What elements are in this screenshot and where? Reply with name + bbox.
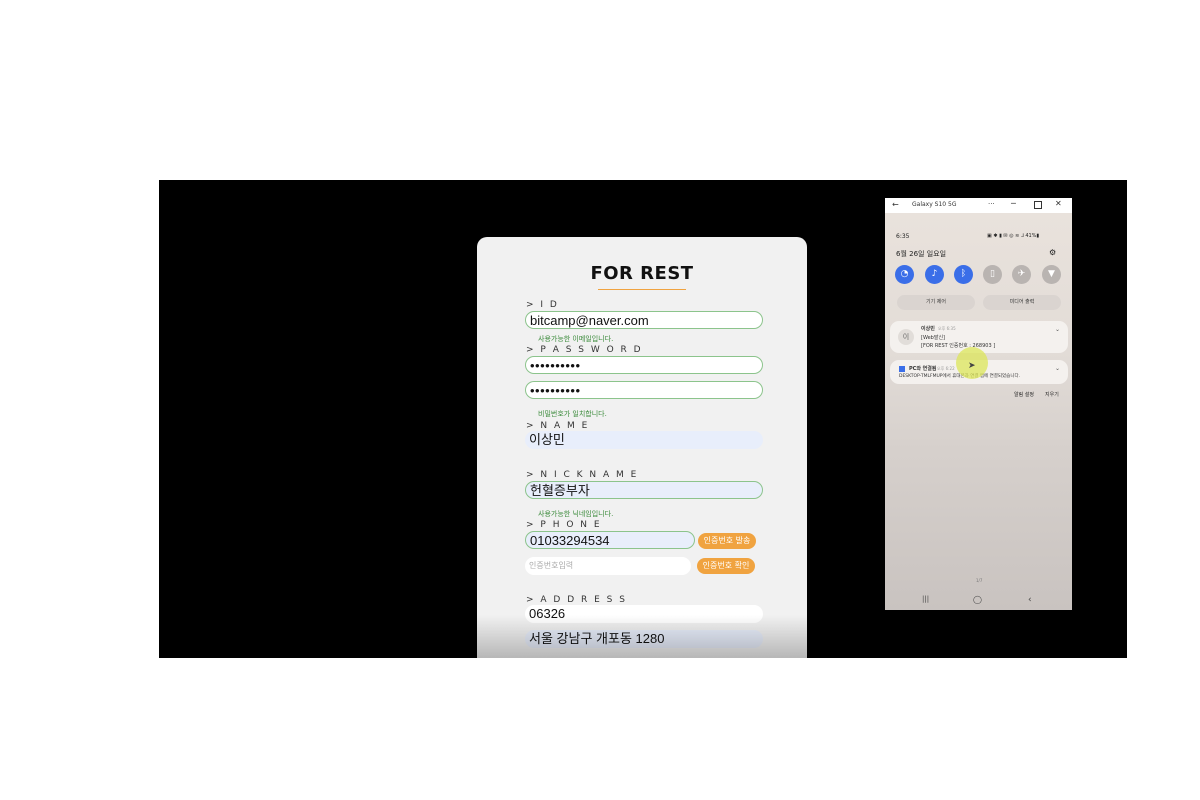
- send-code-button[interactable]: 인증번호 발송: [698, 533, 756, 549]
- cursor-icon: ➤: [968, 361, 976, 371]
- bluetooth-icon[interactable]: ᛒ: [954, 265, 973, 284]
- close-icon[interactable]: ✕: [1055, 199, 1062, 208]
- notification-settings-link[interactable]: 알림 설정: [1014, 391, 1034, 398]
- zipcode-input[interactable]: 06326: [525, 605, 763, 623]
- verification-code-input[interactable]: 인증번호입력: [525, 557, 691, 575]
- chevron-down-icon[interactable]: ⌄: [1055, 326, 1060, 333]
- status-time: 6:35: [896, 233, 910, 240]
- flashlight-icon[interactable]: ▼: [1042, 265, 1061, 284]
- notification-shade: 6:35 ▣ ✱ ▮ ✉ ◎ ≋ ⅃ 41%▮ 6월 26일 일요일 ⚙ ◔ ♪…: [885, 213, 1072, 610]
- date-text: 6월 26일 일요일: [896, 250, 947, 258]
- settings-gear-icon[interactable]: ⚙: [1049, 248, 1056, 257]
- name-input[interactable]: 이상민: [525, 431, 763, 449]
- recent-apps-icon[interactable]: |||: [922, 595, 929, 603]
- android-navbar: ||| ◯ ‹: [885, 592, 1072, 610]
- maximize-icon[interactable]: [1034, 201, 1042, 209]
- password-confirm-input[interactable]: ••••••••••: [525, 381, 763, 399]
- rotation-icon[interactable]: ▯: [983, 265, 1002, 284]
- back-arrow-icon[interactable]: ←: [892, 200, 899, 209]
- signup-form-card: FOR REST > I D bitcamp@naver.com 사용가능한 이…: [477, 237, 807, 658]
- title-underline: [598, 289, 686, 290]
- name-label: > N A M E: [526, 421, 590, 431]
- mute-icon[interactable]: ♪: [925, 265, 944, 284]
- notification-line: [FOR REST 인증번호 : 268903 ]: [921, 343, 996, 349]
- back-icon[interactable]: ‹: [1028, 595, 1032, 605]
- window-titlebar: ← Galaxy S10 5G ··· ─ ✕: [885, 198, 1072, 213]
- notification-line: [Web발신]: [921, 335, 946, 341]
- phone-label: > P H O N E: [526, 520, 602, 530]
- wifi-icon[interactable]: ◔: [895, 265, 914, 284]
- id-hint: 사용가능한 이메일입니다.: [538, 335, 614, 343]
- more-icon[interactable]: ···: [988, 200, 995, 208]
- page-indicator: 1/7: [976, 578, 983, 583]
- nickname-hint: 사용가능한 닉네임입니다.: [538, 510, 614, 518]
- address-label: > A D D R E S S: [526, 595, 627, 605]
- id-label: > I D: [526, 300, 559, 310]
- address-input[interactable]: 서울 강남구 개포동 1280: [525, 630, 763, 648]
- pc-link-icon: [899, 366, 905, 372]
- notification-time: 오후 6:35: [938, 326, 956, 331]
- home-icon[interactable]: ◯: [973, 595, 982, 604]
- id-input[interactable]: bitcamp@naver.com: [525, 311, 763, 329]
- notification-time: 오후 6:22: [937, 366, 955, 371]
- airplane-icon[interactable]: ✈: [1012, 265, 1031, 284]
- minimize-icon[interactable]: ─: [1011, 199, 1016, 208]
- clear-notifications-link[interactable]: 지우기: [1045, 391, 1059, 398]
- media-output-button[interactable]: 미디어 출력: [983, 295, 1061, 310]
- notification-sender: 이상민: [921, 326, 935, 332]
- confirm-code-button[interactable]: 인증번호 확인: [697, 558, 755, 574]
- form-title: FOR REST: [590, 263, 694, 284]
- device-control-button[interactable]: 기기 제어: [897, 295, 975, 310]
- password-hint: 비밀번호가 일치합니다.: [538, 410, 607, 418]
- window-title: Galaxy S10 5G: [912, 201, 957, 208]
- password-input[interactable]: ••••••••••: [525, 356, 763, 374]
- nickname-input[interactable]: 헌혈증부자: [525, 481, 763, 499]
- video-frame: FOR REST > I D bitcamp@naver.com 사용가능한 이…: [159, 180, 1127, 658]
- notification-sender: PC와 연결됨: [909, 366, 937, 372]
- phone-input[interactable]: 01033294534: [525, 531, 695, 549]
- chevron-down-icon[interactable]: ⌄: [1055, 365, 1060, 372]
- avatar: 이: [898, 329, 914, 345]
- status-icons: ▣ ✱ ▮ ✉ ◎ ≋ ⅃ 41%▮: [987, 233, 1040, 239]
- password-label: > P A S S W O R D: [526, 345, 643, 355]
- nickname-label: > N I C K N A M E: [526, 470, 639, 480]
- phone-mirror-window: ← Galaxy S10 5G ··· ─ ✕ 6:35 ▣ ✱ ▮ ✉ ◎ ≋…: [885, 198, 1072, 610]
